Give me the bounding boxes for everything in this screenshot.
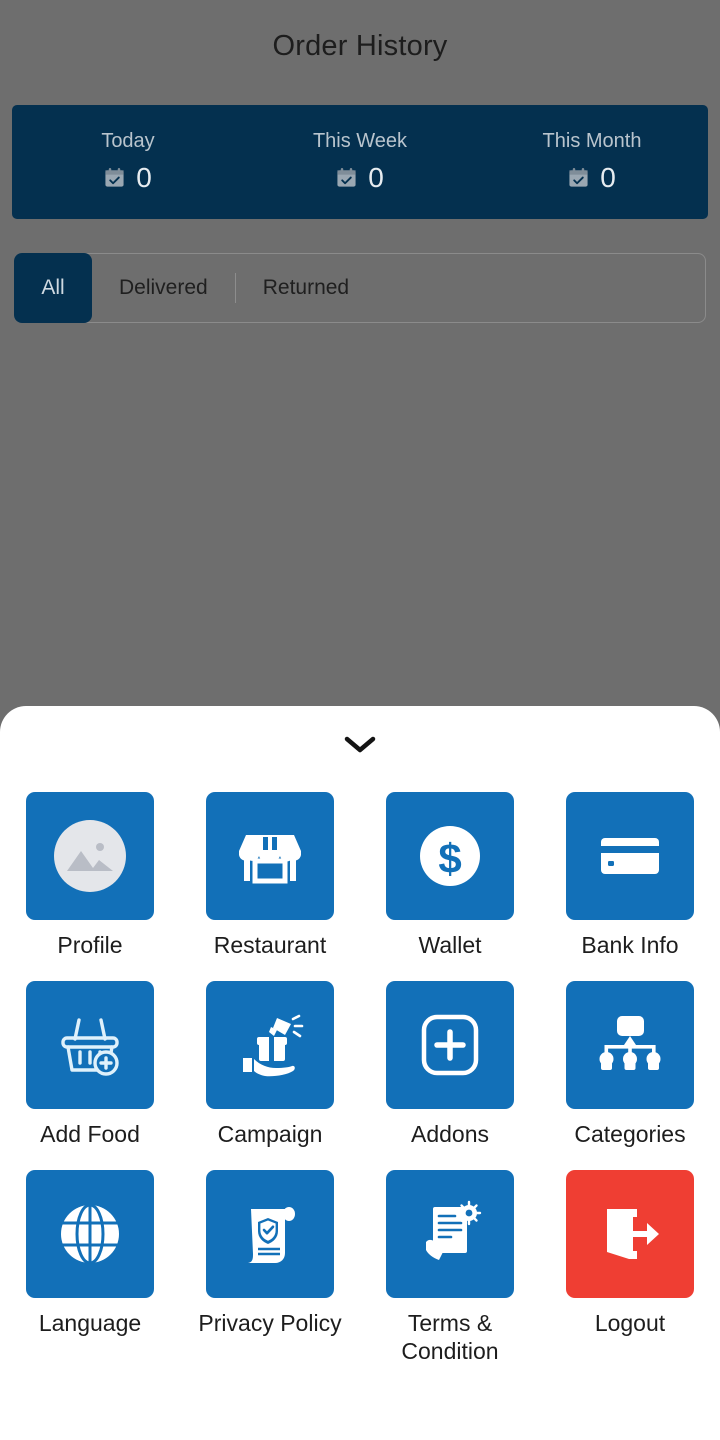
stat-label: This Month bbox=[542, 130, 642, 152]
image-placeholder-icon bbox=[54, 820, 126, 892]
menu-item-addons[interactable]: Addons bbox=[370, 981, 530, 1148]
menu-label: Language bbox=[38, 1310, 142, 1337]
menu-item-logout[interactable]: Logout bbox=[550, 1170, 710, 1365]
stat-cell-this-week[interactable]: This Week 0 bbox=[244, 130, 476, 194]
dollar-coin-icon: $ bbox=[420, 826, 480, 886]
menu-item-categories[interactable]: Categories bbox=[550, 981, 710, 1148]
menu-item-privacy-policy[interactable]: Privacy Policy bbox=[190, 1170, 350, 1365]
menu-item-terms-condition[interactable]: Terms & Condition bbox=[370, 1170, 530, 1365]
menu-item-language[interactable]: Language bbox=[10, 1170, 170, 1365]
stat-value-row: 0 bbox=[104, 162, 152, 194]
menu-item-restaurant[interactable]: Restaurant bbox=[190, 792, 350, 959]
menu-tile[interactable] bbox=[566, 981, 694, 1110]
stat-label: Today bbox=[101, 130, 155, 152]
menu-label: Categories bbox=[574, 1121, 686, 1148]
stat-count: 0 bbox=[136, 162, 152, 193]
menu-item-add-food[interactable]: Add Food bbox=[10, 981, 170, 1148]
exit-door-icon bbox=[607, 1209, 659, 1260]
menu-item-campaign[interactable]: Campaign bbox=[190, 981, 350, 1148]
credit-card-icon bbox=[601, 838, 659, 874]
svg-text:$: $ bbox=[438, 835, 461, 882]
menu-label: Campaign bbox=[217, 1121, 323, 1148]
calendar-check-icon bbox=[569, 167, 588, 187]
stat-label: This Week bbox=[312, 130, 408, 152]
menu-tile[interactable] bbox=[206, 1170, 334, 1299]
globe-icon bbox=[61, 1203, 119, 1265]
order-filter-tabs: All Delivered Returned bbox=[14, 253, 706, 323]
menu-item-wallet[interactable]: $ Wallet bbox=[370, 792, 530, 959]
basket-plus-icon bbox=[61, 1018, 119, 1076]
menu-tile[interactable] bbox=[206, 792, 334, 920]
stat-cell-today[interactable]: Today 0 bbox=[12, 130, 244, 194]
menu-label: Bank Info bbox=[581, 932, 679, 958]
order-stats-bar: Today 0 This Week 0 This Month 0 bbox=[12, 105, 708, 219]
stat-count: 0 bbox=[600, 162, 616, 193]
menu-tile[interactable] bbox=[26, 792, 154, 920]
menu-tile[interactable] bbox=[386, 981, 514, 1110]
menu-tile[interactable]: $ bbox=[386, 792, 514, 920]
storefront-icon bbox=[239, 835, 301, 884]
menu-label: Addons bbox=[410, 1121, 489, 1148]
chevron-down-icon bbox=[344, 736, 376, 753]
menu-label: Wallet bbox=[418, 932, 482, 958]
menu-bottom-sheet: Profile Restaurant $ Wallet Bank Info Ad… bbox=[0, 706, 720, 1440]
menu-grid: Profile Restaurant $ Wallet Bank Info Ad… bbox=[0, 792, 720, 1365]
page-title: Order History bbox=[272, 29, 448, 62]
menu-tile[interactable] bbox=[26, 1170, 154, 1299]
menu-label: Restaurant bbox=[213, 932, 327, 958]
app-screen: Order History Today 0 This Week 0 This M… bbox=[0, 0, 720, 1440]
menu-tile[interactable] bbox=[206, 981, 334, 1110]
menu-label: Terms & Condition bbox=[401, 1310, 499, 1365]
plus-square-icon bbox=[421, 1014, 479, 1076]
calendar-check-icon bbox=[337, 167, 356, 187]
menu-label: Add Food bbox=[40, 1121, 140, 1148]
stat-value-row: 0 bbox=[336, 162, 384, 194]
menu-tile[interactable] bbox=[566, 1170, 694, 1299]
menu-tile[interactable] bbox=[386, 1170, 514, 1299]
menu-tile[interactable] bbox=[26, 981, 154, 1110]
document-signing-icon bbox=[426, 1200, 482, 1261]
tab-all[interactable]: All bbox=[14, 253, 92, 323]
stat-value-row: 0 bbox=[568, 162, 616, 194]
sheet-collapse-handle[interactable] bbox=[0, 706, 720, 782]
menu-label: Logout bbox=[594, 1310, 666, 1337]
tab-returned[interactable]: Returned bbox=[236, 254, 376, 322]
menu-item-profile[interactable]: Profile bbox=[10, 792, 170, 959]
menu-item-bank-info[interactable]: Bank Info bbox=[550, 792, 710, 959]
tab-delivered[interactable]: Delivered bbox=[92, 254, 235, 322]
stat-cell-this-month[interactable]: This Month 0 bbox=[476, 130, 708, 194]
menu-tile[interactable] bbox=[566, 792, 694, 920]
hierarchy-icon bbox=[599, 1016, 661, 1071]
calendar-check-icon bbox=[105, 167, 124, 187]
menu-label: Profile bbox=[57, 932, 123, 958]
app-bar: Order History bbox=[0, 0, 720, 92]
stat-count: 0 bbox=[368, 162, 384, 193]
menu-label: Privacy Policy bbox=[198, 1310, 342, 1337]
scroll-shield-icon bbox=[247, 1207, 295, 1264]
megaphone-gift-hand-icon bbox=[243, 1014, 304, 1077]
